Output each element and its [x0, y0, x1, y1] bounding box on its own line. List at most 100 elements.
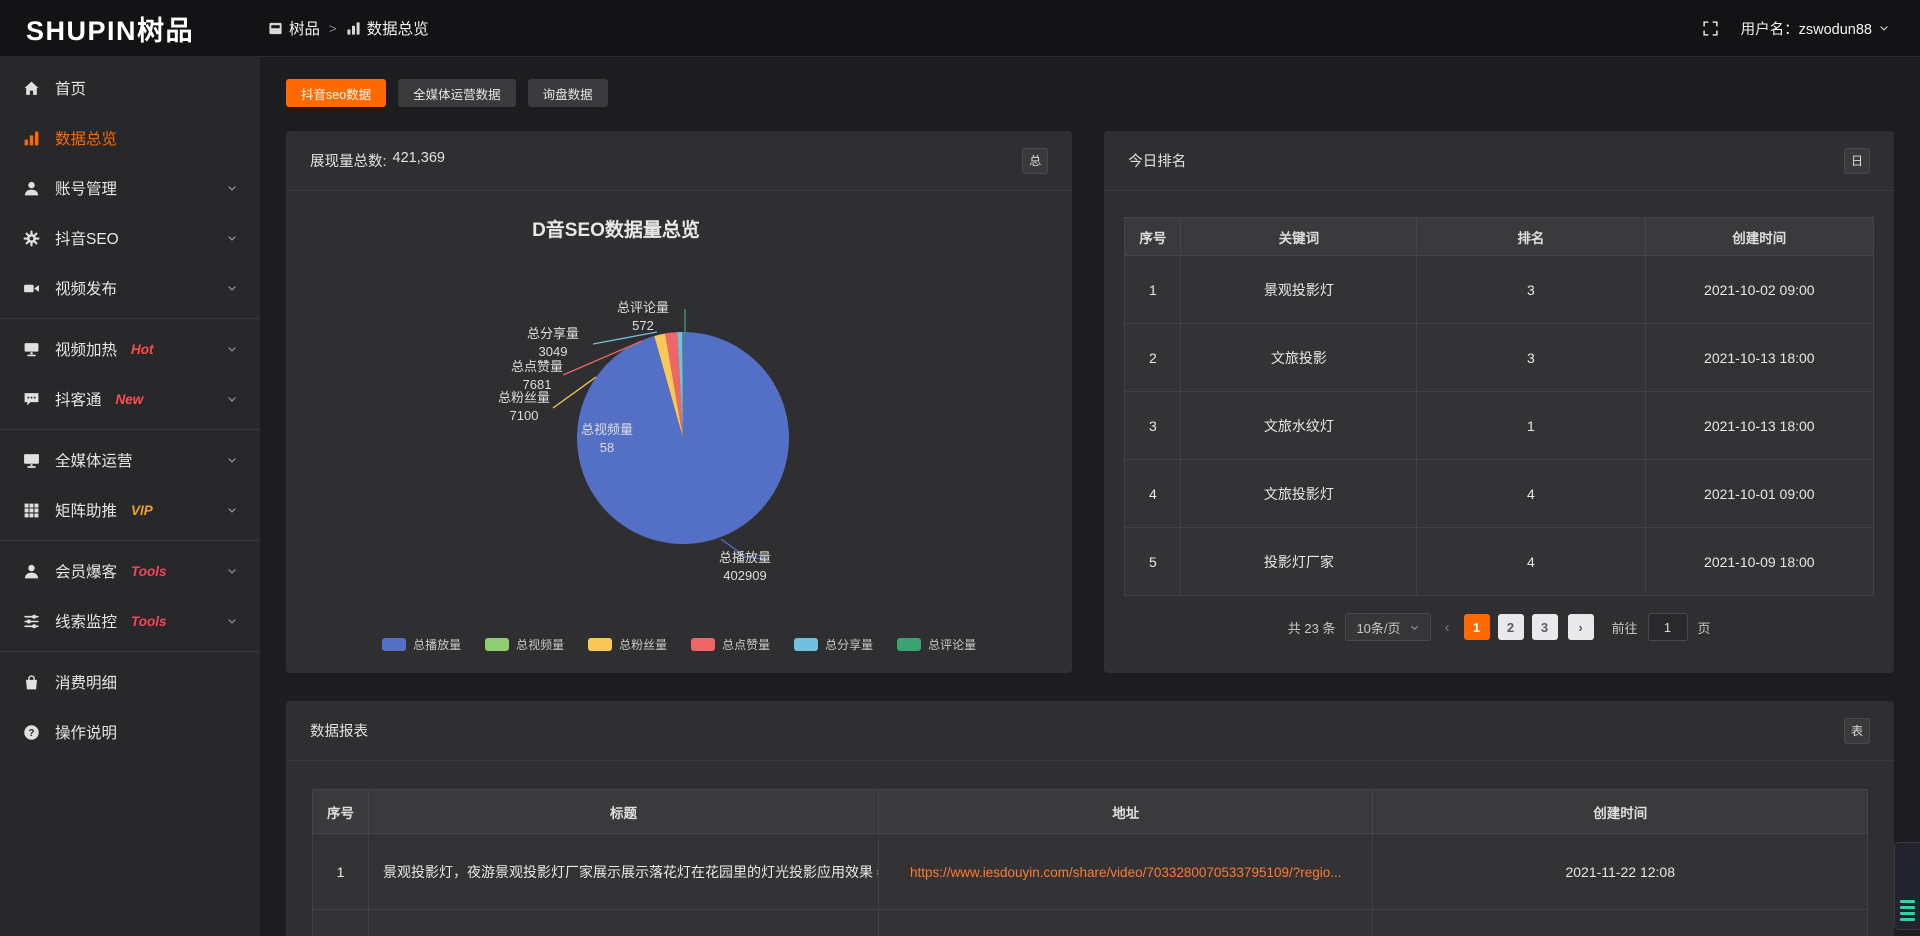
sidebar-item-label: 数据总览	[55, 127, 117, 149]
bar-chart-icon	[346, 21, 361, 36]
chevron-down-icon	[226, 565, 238, 577]
page-button-1[interactable]: 1	[1464, 614, 1490, 640]
pie-chart-svg: D音SEO数据量总览总播放量402909总视频量58总粉丝量7100总点赞量76…	[286, 191, 1072, 673]
legend-swatch	[382, 638, 406, 651]
next-page-button[interactable]: ›	[1568, 614, 1594, 640]
table-cell: 1	[1125, 256, 1181, 324]
sidebar-item-sliders[interactable]: 线索监控 Tools	[0, 596, 260, 646]
chevron-down-icon	[226, 454, 238, 466]
legend-label: 总评论量	[928, 636, 976, 653]
report-col-地址: 地址	[879, 790, 1373, 834]
sidebar-item-bag[interactable]: 消费明细	[0, 657, 260, 707]
goto-suffix: 页	[1698, 618, 1711, 637]
table-row: 2文旅投影32021-10-13 18:00	[1125, 324, 1874, 392]
breadcrumb: 树品 > 数据总览	[268, 17, 429, 39]
table-view-button[interactable]: 表	[1844, 718, 1870, 744]
divider	[0, 651, 260, 652]
video-link[interactable]: https://www.iesdouyin.com/share/video/70…	[910, 865, 1342, 880]
sidebar-item-person[interactable]: 会员爆客Tools	[0, 546, 260, 596]
chart-title: D音SEO数据量总览	[532, 218, 700, 241]
divider	[0, 318, 260, 319]
video-icon	[22, 280, 40, 297]
legend-item-总视频量[interactable]: 总视频量	[485, 636, 564, 653]
legend-label: 总粉丝量	[619, 636, 667, 653]
page-size-select[interactable]: 10条/页	[1345, 613, 1430, 641]
display-icon	[22, 452, 40, 469]
page-button-3[interactable]: 3	[1532, 614, 1558, 640]
table-cell: 景观投影灯	[1181, 256, 1417, 324]
badge-tools: Tools	[131, 614, 167, 629]
sidebar-item-video[interactable]: 视频发布	[0, 263, 260, 313]
tab-全媒体运营数据[interactable]: 全媒体运营数据	[398, 79, 516, 107]
legend-swatch	[691, 638, 715, 651]
table-cell: 3	[1417, 324, 1645, 392]
gear-icon	[22, 230, 40, 247]
page-button-2[interactable]: 2	[1498, 614, 1524, 640]
fullscreen-icon[interactable]	[1702, 20, 1719, 37]
table-cell: 投影灯厂家	[1181, 528, 1417, 596]
breadcrumb-separator: >	[329, 21, 337, 36]
main-content: 抖音seo数据全媒体运营数据询盘数据 展现量总数: 421,369 总 D音SE…	[260, 57, 1920, 936]
chart-legend: 总播放量 总视频量 总粉丝量 总点赞量 总分享量 总评论量	[286, 636, 1072, 653]
total-view-button[interactable]: 总	[1022, 148, 1048, 174]
goto-page-input[interactable]	[1648, 613, 1688, 641]
legend-item-总分享量[interactable]: 总分享量	[794, 636, 873, 653]
chevron-down-icon	[226, 282, 238, 294]
table-cell: 4	[1125, 460, 1181, 528]
sidebar-item-label: 抖音SEO	[55, 227, 119, 249]
pie-label-name: 总粉丝量	[498, 390, 550, 405]
pie-label-name: 总视频量	[581, 422, 633, 437]
pie-label-name: 总点赞量	[511, 359, 563, 374]
table-cell: 4	[1417, 528, 1645, 596]
legend-swatch	[794, 638, 818, 651]
logo: SHUPIN树品	[0, 9, 260, 48]
prev-page-button[interactable]: ‹	[1441, 619, 1454, 636]
tab-询盘数据[interactable]: 询盘数据	[528, 79, 608, 107]
chevron-down-icon	[226, 615, 238, 627]
legend-item-总评论量[interactable]: 总评论量	[897, 636, 976, 653]
sidebar-item-question[interactable]: ?操作说明	[0, 707, 260, 757]
table-cell: 4	[1417, 460, 1645, 528]
day-view-button[interactable]: 日	[1844, 148, 1870, 174]
breadcrumb-root[interactable]: 树品	[268, 17, 320, 39]
legend-label: 总视频量	[516, 636, 564, 653]
breadcrumb-current[interactable]: 数据总览	[346, 17, 429, 39]
goto-label: 前往	[1612, 618, 1638, 637]
question-icon: ?	[22, 724, 40, 741]
sidebar-item-gear[interactable]: 抖音SEO	[0, 213, 260, 263]
table-row-partial	[313, 910, 1868, 936]
legend-item-总点赞量[interactable]: 总点赞量	[691, 636, 770, 653]
rank-table-wrap: 序号关键词排名创建时间 1景观投影灯32021-10-02 09:002文旅投影…	[1104, 217, 1894, 596]
sidebar-item-user[interactable]: 账号管理	[0, 163, 260, 213]
sidebar-item-monitor[interactable]: 视频加热Hot	[0, 324, 260, 374]
user-menu[interactable]: 用户名：zswodun88	[1741, 18, 1890, 39]
table-row: 1景观投影灯32021-10-02 09:00	[1125, 256, 1874, 324]
sidebar-item-label: 线索监控	[55, 610, 117, 632]
table-cell: 2021-10-13 18:00	[1645, 324, 1873, 392]
sidebar-item-chat[interactable]: 抖客通New	[0, 374, 260, 424]
monitor-icon	[22, 341, 40, 358]
report-col-序号: 序号	[313, 790, 369, 834]
sliders-icon	[22, 613, 40, 630]
report-title: 景观投影灯，夜游景观投影灯厂家展示展示落花灯在花园里的灯光投影应用效果 #	[368, 834, 878, 910]
legend-swatch	[588, 638, 612, 651]
legend-item-总播放量[interactable]: 总播放量	[382, 636, 461, 653]
sidebar-item-label: 首页	[55, 77, 86, 99]
chat-icon	[22, 391, 40, 408]
table-row: 3文旅水纹灯12021-10-13 18:00	[1125, 392, 1874, 460]
tab-抖音seo数据[interactable]: 抖音seo数据	[286, 79, 386, 107]
sidebar-item-home[interactable]: 首页	[0, 63, 260, 113]
sidebar-item-grid[interactable]: 矩阵助推VIP	[0, 485, 260, 535]
sidebar-item-chart[interactable]: 数据总览	[0, 113, 260, 163]
svg-text:?: ?	[28, 727, 34, 738]
pagination-total: 共 23 条	[1288, 618, 1336, 637]
chevron-down-icon	[226, 232, 238, 244]
floating-widget[interactable]	[1894, 842, 1920, 930]
table-row: 1景观投影灯，夜游景观投影灯厂家展示展示落花灯在花园里的灯光投影应用效果 #ht…	[313, 834, 1868, 910]
sidebar-item-display[interactable]: 全媒体运营	[0, 435, 260, 485]
sidebar-item-label: 视频加热	[55, 338, 117, 360]
legend-item-总粉丝量[interactable]: 总粉丝量	[588, 636, 667, 653]
pie-label-value: 3049	[539, 344, 568, 359]
impressions-total-value: 421,369	[393, 150, 445, 171]
rank-col-创建时间: 创建时间	[1645, 218, 1873, 256]
